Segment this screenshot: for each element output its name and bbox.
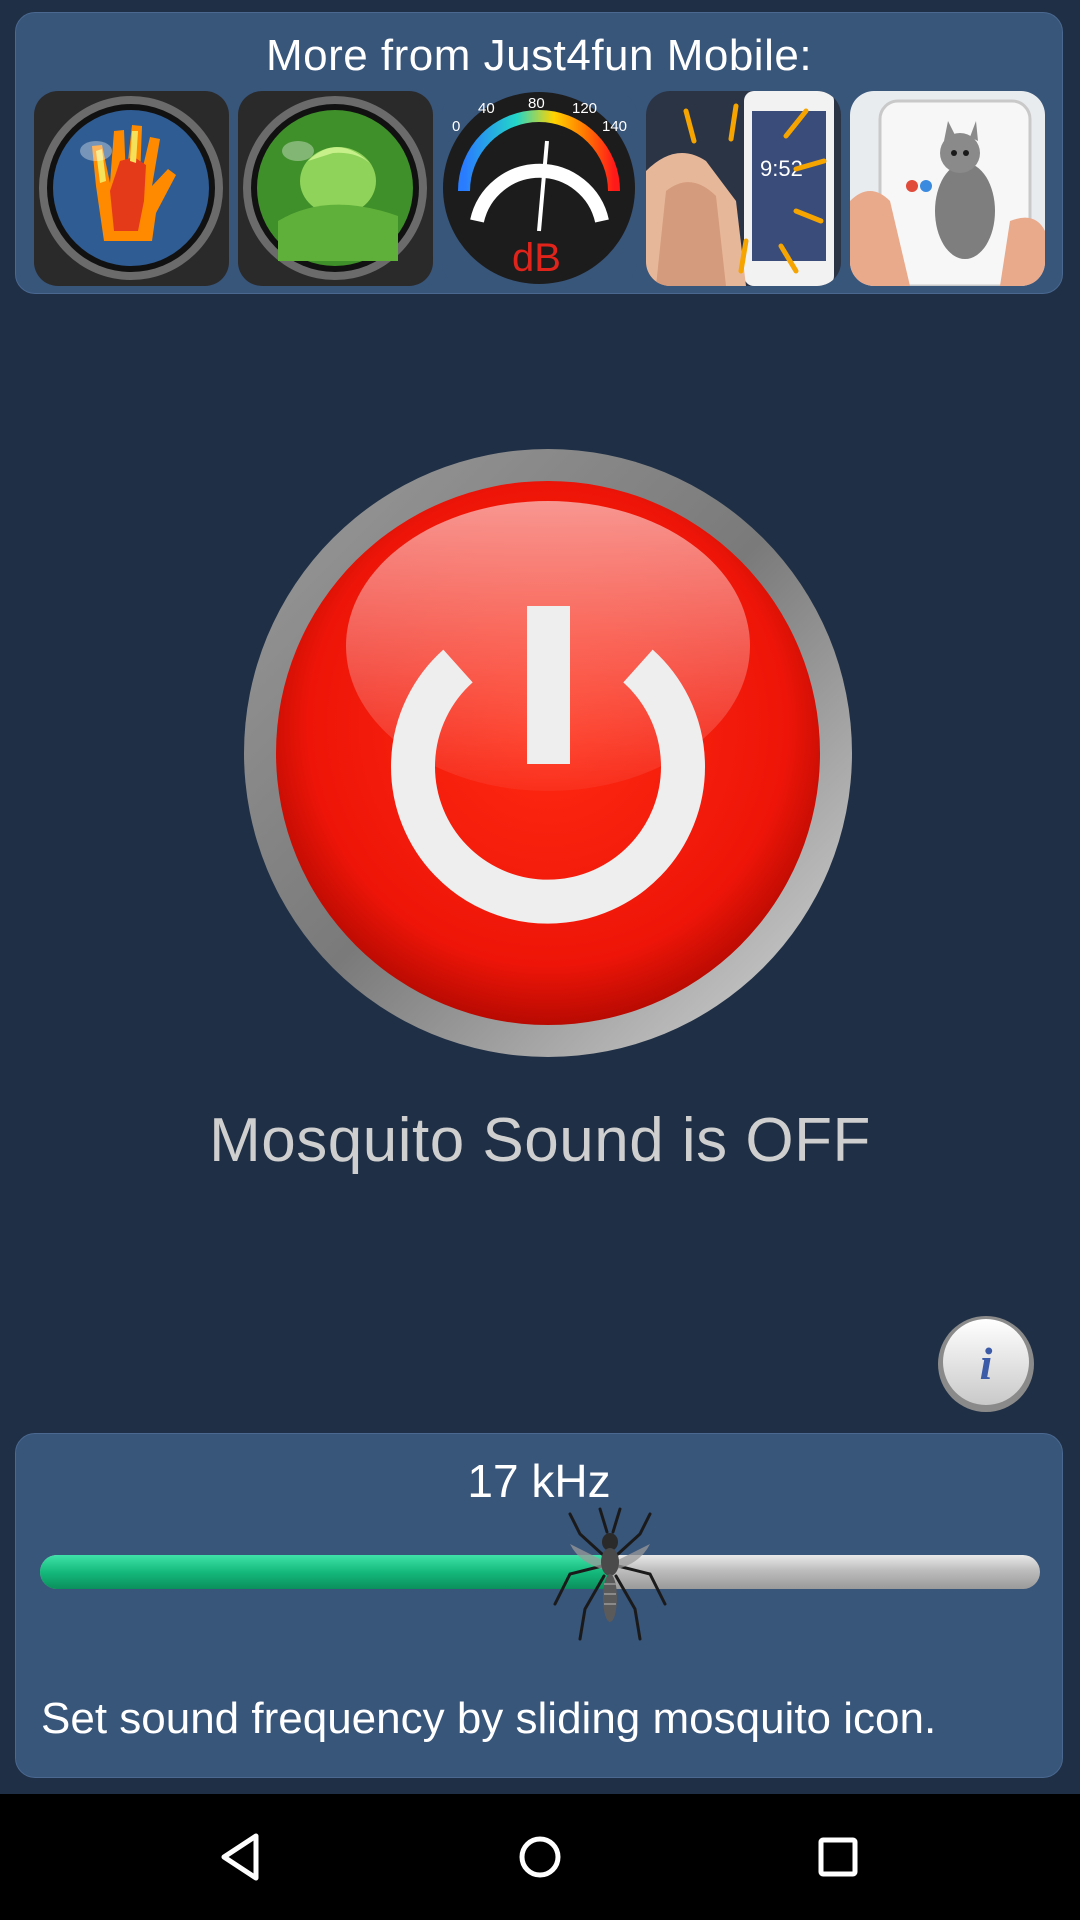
night-vision-icon (238, 91, 433, 286)
frequency-slider-fill (40, 1555, 610, 1589)
app-cat-prank[interactable] (850, 91, 1045, 286)
app-night-vision[interactable] (238, 91, 433, 286)
gauge-label-120: 120 (572, 100, 597, 117)
power-icon (244, 449, 852, 1057)
promo-title: More from Just4fun Mobile: (265, 31, 813, 80)
frequency-value: 17 kHz (467, 1455, 611, 1507)
slider-hint-text: Set sound frequency by sliding mosquito … (41, 1694, 937, 1743)
sound-meter-icon: 0 40 80 120 140 dB (442, 91, 637, 286)
nav-back-button[interactable] (206, 1822, 276, 1892)
gauge-unit: dB (512, 236, 561, 280)
gauge-label-140: 140 (602, 118, 627, 135)
sound-status-text: Mosquito Sound is OFF (209, 1106, 871, 1175)
back-icon (221, 1833, 259, 1881)
mosquito-slider-thumb[interactable] (550, 1504, 670, 1644)
svg-text:i: i (980, 1338, 993, 1389)
promo-panel: More from Just4fun Mobile: 0 40 80 120 1… (15, 12, 1063, 294)
thermal-hand-icon (34, 91, 229, 286)
app-sound-meter[interactable]: 0 40 80 120 140 dB (442, 91, 637, 286)
frequency-panel: 17 kHz Set sound frequency by sliding mo… (15, 1433, 1063, 1778)
power-toggle-button[interactable] (243, 448, 853, 1058)
nav-recents-button[interactable] (803, 1822, 873, 1892)
frequency-slider-track[interactable] (40, 1555, 1040, 1589)
mosquito-icon (553, 1507, 667, 1641)
app-clap-finder[interactable]: 9:52 (646, 91, 841, 286)
gauge-label-80: 80 (528, 95, 545, 112)
app-thermal-camera[interactable] (34, 91, 229, 286)
recents-icon (818, 1837, 858, 1877)
info-icon: i (938, 1316, 1034, 1412)
nav-home-button[interactable] (505, 1822, 575, 1892)
system-navigation-bar (0, 1794, 1080, 1920)
gauge-label-40: 40 (478, 100, 495, 117)
gauge-label-0: 0 (452, 118, 460, 135)
home-icon (519, 1836, 561, 1878)
info-button[interactable]: i (937, 1315, 1035, 1413)
cat-phone-icon (850, 91, 1045, 286)
clap-phone-icon: 9:52 (646, 91, 841, 286)
